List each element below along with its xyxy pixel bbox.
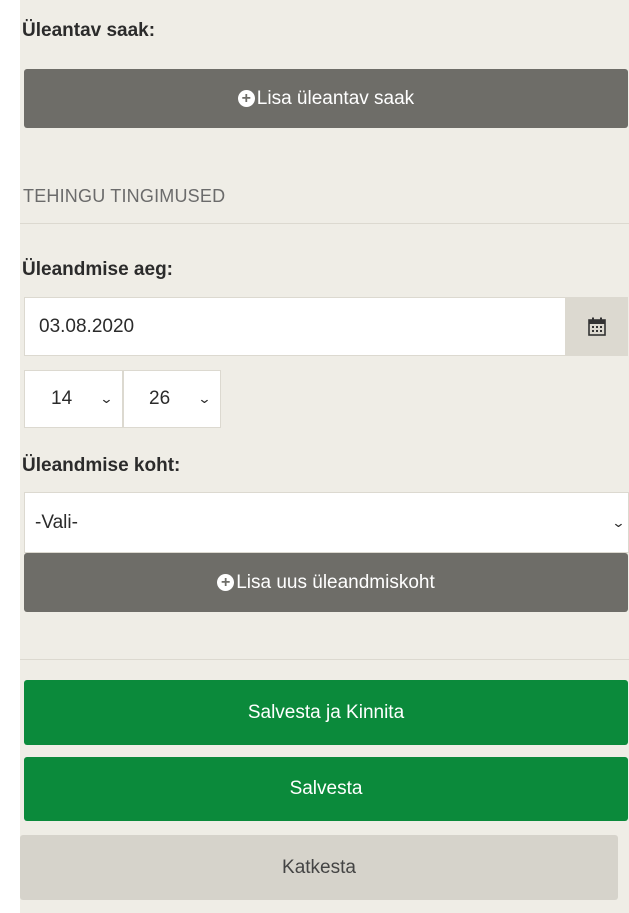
chevron-down-icon: ⌄	[99, 391, 114, 406]
add-transferred-crop-button[interactable]: + Lisa üleantav saak	[24, 69, 628, 128]
transfer-time-label: Üleandmise aeg:	[22, 259, 173, 280]
hour-select[interactable]: 14 ⌄	[24, 370, 123, 428]
add-transferred-crop-label: Lisa üleantav saak	[256, 87, 415, 109]
chevron-down-icon: ⌄	[197, 391, 212, 406]
add-transfer-place-label: Lisa uus üleandmiskoht	[236, 571, 435, 593]
add-transfer-place-button[interactable]: + Lisa uus üleandmiskoht	[24, 553, 628, 612]
calendar-icon	[588, 317, 606, 336]
calendar-button[interactable]	[566, 297, 628, 356]
transfer-date-value: 03.08.2020	[39, 315, 135, 337]
save-and-confirm-button[interactable]: Salvesta ja Kinnita	[24, 680, 628, 745]
transfer-place-select[interactable]: -Vali- ⌄	[24, 492, 629, 553]
transfer-place-value: -Vali-	[35, 511, 78, 533]
save-button[interactable]: Salvesta	[24, 757, 628, 821]
plus-circle-icon: +	[237, 90, 255, 107]
minute-select[interactable]: 26 ⌄	[123, 370, 221, 428]
hour-value: 14	[51, 388, 73, 409]
transfer-date-input[interactable]: 03.08.2020	[24, 297, 566, 356]
transferred-crop-label: Üleantav saak:	[22, 20, 156, 41]
section-divider	[20, 223, 629, 224]
section-title: TEHINGU TINGIMUSED	[23, 186, 226, 206]
cancel-button[interactable]: Katkesta	[20, 835, 618, 900]
minute-value: 26	[149, 388, 171, 409]
chevron-down-icon: ⌄	[611, 514, 626, 530]
plus-circle-icon: +	[217, 574, 235, 591]
actions-divider	[20, 659, 629, 660]
transfer-place-label: Üleandmise koht:	[22, 455, 181, 476]
